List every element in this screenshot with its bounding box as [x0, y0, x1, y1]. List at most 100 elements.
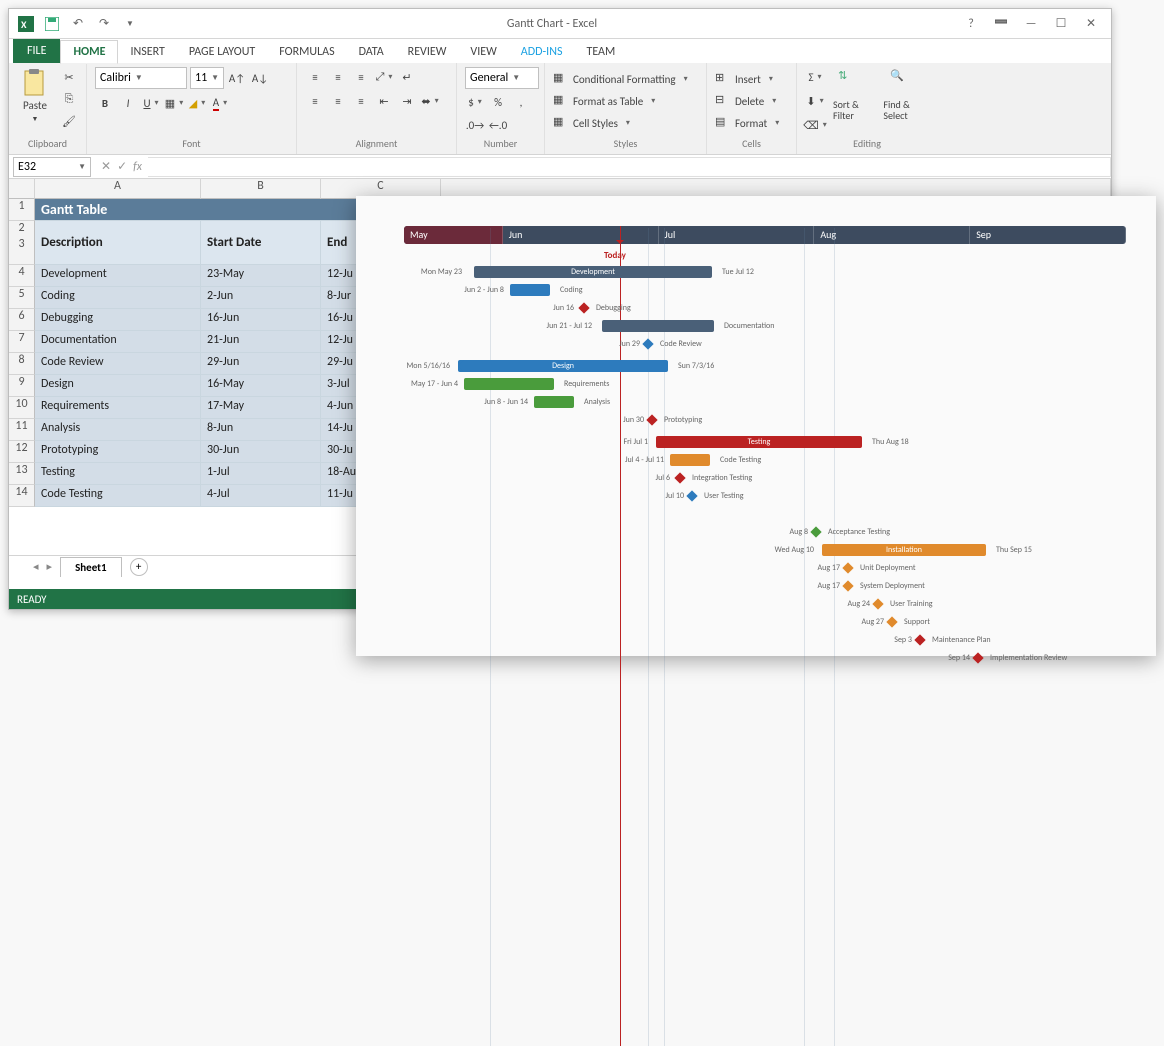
cell-start-date[interactable]: 2-Jun [201, 287, 321, 309]
col-header-b[interactable]: B [201, 179, 321, 199]
row-header[interactable]: 12 [9, 441, 35, 463]
cell-styles-button[interactable]: ▦Cell Styles▾ [553, 115, 630, 131]
cell-description[interactable]: Code Testing [35, 485, 201, 507]
tab-addins[interactable]: ADD-INS [509, 41, 575, 63]
paste-button[interactable]: Paste ▼ [17, 67, 53, 125]
decrease-decimal-icon[interactable]: ←.0 [488, 115, 508, 135]
underline-button[interactable]: U▾ [141, 93, 161, 113]
qat-dropdown-icon[interactable]: ▼ [119, 13, 141, 35]
number-format-combo[interactable]: General▼ [465, 67, 539, 89]
currency-icon[interactable]: $▾ [465, 92, 485, 112]
align-left-icon[interactable]: ≡ [305, 91, 325, 111]
ribbon-options-icon[interactable] [987, 13, 1015, 35]
row-header[interactable]: 7 [9, 331, 35, 353]
increase-indent-icon[interactable]: ⇥ [397, 91, 417, 111]
border-button[interactable]: ▦▾ [164, 93, 184, 113]
name-box[interactable]: E32▼ [13, 157, 91, 177]
sheet-nav-prev-icon[interactable]: ◂ [33, 560, 39, 573]
add-sheet-button[interactable]: + [130, 558, 148, 576]
merge-center-icon[interactable]: ⬌▾ [420, 91, 440, 111]
copy-icon[interactable]: ⎘ [59, 89, 79, 109]
align-middle-icon[interactable]: ≡ [328, 67, 348, 87]
wrap-text-icon[interactable]: ↵ [397, 67, 417, 87]
row-header[interactable]: 1 [9, 199, 35, 221]
comma-icon[interactable]: , [511, 92, 531, 112]
find-select-button[interactable]: 🔍 Find & Select [879, 67, 929, 123]
sort-filter-button[interactable]: ⇅ Sort & Filter [829, 67, 875, 123]
cell-start-date[interactable]: 23-May [201, 265, 321, 287]
formula-input[interactable] [148, 157, 1111, 177]
tab-page-layout[interactable]: PAGE LAYOUT [177, 41, 267, 63]
cell-description[interactable]: Code Review [35, 353, 201, 375]
delete-cells-button[interactable]: ⊟Delete▾ [715, 93, 776, 109]
align-right-icon[interactable]: ≡ [351, 91, 371, 111]
row-header[interactable]: 23 [9, 221, 35, 265]
cell-description[interactable]: Development [35, 265, 201, 287]
increase-font-icon[interactable]: A↑ [227, 68, 247, 88]
cell-description[interactable]: Documentation [35, 331, 201, 353]
autosum-icon[interactable]: Σ▾ [805, 67, 825, 87]
header-start-date[interactable]: Start Date [201, 221, 321, 265]
clear-icon[interactable]: ⌫▾ [805, 115, 825, 135]
cancel-formula-icon[interactable]: ✕ [101, 159, 111, 174]
cell-start-date[interactable]: 4-Jul [201, 485, 321, 507]
insert-cells-button[interactable]: ⊞Insert▾ [715, 71, 773, 87]
format-cells-button[interactable]: ▤Format▾ [715, 115, 779, 131]
header-description[interactable]: Description [35, 221, 201, 265]
decrease-font-icon[interactable]: A↓ [250, 68, 270, 88]
tab-home[interactable]: HOME [60, 40, 118, 64]
cell-description[interactable]: Coding [35, 287, 201, 309]
cell-description[interactable]: Design [35, 375, 201, 397]
sheet-nav-next-icon[interactable]: ▸ [47, 560, 53, 573]
cell-start-date[interactable]: 16-Jun [201, 309, 321, 331]
cell-start-date[interactable]: 30-Jun [201, 441, 321, 463]
select-all-corner[interactable] [9, 179, 35, 199]
cell-start-date[interactable]: 21-Jun [201, 331, 321, 353]
conditional-formatting-button[interactable]: ▦Conditional Formatting▾ [553, 71, 688, 87]
redo-icon[interactable]: ↷ [93, 13, 115, 35]
col-header-a[interactable]: A [35, 179, 201, 199]
font-size-combo[interactable]: 11▼ [190, 67, 224, 89]
row-header[interactable]: 6 [9, 309, 35, 331]
increase-decimal-icon[interactable]: .0→ [465, 115, 485, 135]
format-painter-icon[interactable]: 🖌 [59, 111, 79, 131]
tab-review[interactable]: REVIEW [396, 41, 459, 63]
row-header[interactable]: 13 [9, 463, 35, 485]
tab-data[interactable]: DATA [347, 41, 396, 63]
align-center-icon[interactable]: ≡ [328, 91, 348, 111]
format-as-table-button[interactable]: ▦Format as Table▾ [553, 93, 655, 109]
orientation-icon[interactable]: ⤢▾ [374, 67, 394, 87]
sheet-tab[interactable]: Sheet1 [60, 557, 122, 577]
cell-description[interactable]: Debugging [35, 309, 201, 331]
tab-team[interactable]: TEAM [574, 41, 627, 63]
align-top-icon[interactable]: ≡ [305, 67, 325, 87]
cell-start-date[interactable]: 17-May [201, 397, 321, 419]
fx-icon[interactable]: fx [133, 160, 142, 174]
cell-description[interactable]: Prototyping [35, 441, 201, 463]
fill-icon[interactable]: ⬇▾ [805, 91, 825, 111]
close-icon[interactable]: ✕ [1077, 13, 1105, 35]
decrease-indent-icon[interactable]: ⇤ [374, 91, 394, 111]
cell-description[interactable]: Testing [35, 463, 201, 485]
help-icon[interactable]: ? [957, 13, 985, 35]
save-icon[interactable] [41, 13, 63, 35]
tab-insert[interactable]: INSERT [118, 41, 176, 63]
row-header[interactable]: 8 [9, 353, 35, 375]
tab-file[interactable]: FILE [13, 39, 60, 63]
tab-formulas[interactable]: FORMULAS [267, 41, 346, 63]
percent-icon[interactable]: % [488, 92, 508, 112]
tab-view[interactable]: VIEW [458, 41, 508, 63]
minimize-icon[interactable]: — [1017, 13, 1045, 35]
row-header[interactable]: 5 [9, 287, 35, 309]
excel-icon[interactable]: X [15, 13, 37, 35]
enter-formula-icon[interactable]: ✓ [117, 159, 127, 174]
row-header[interactable]: 14 [9, 485, 35, 507]
cell-start-date[interactable]: 29-Jun [201, 353, 321, 375]
cut-icon[interactable]: ✂ [59, 67, 79, 87]
bold-button[interactable]: B [95, 93, 115, 113]
cell-start-date[interactable]: 1-Jul [201, 463, 321, 485]
row-header[interactable]: 9 [9, 375, 35, 397]
cell-start-date[interactable]: 8-Jun [201, 419, 321, 441]
cell-start-date[interactable]: 16-May [201, 375, 321, 397]
cell-description[interactable]: Analysis [35, 419, 201, 441]
